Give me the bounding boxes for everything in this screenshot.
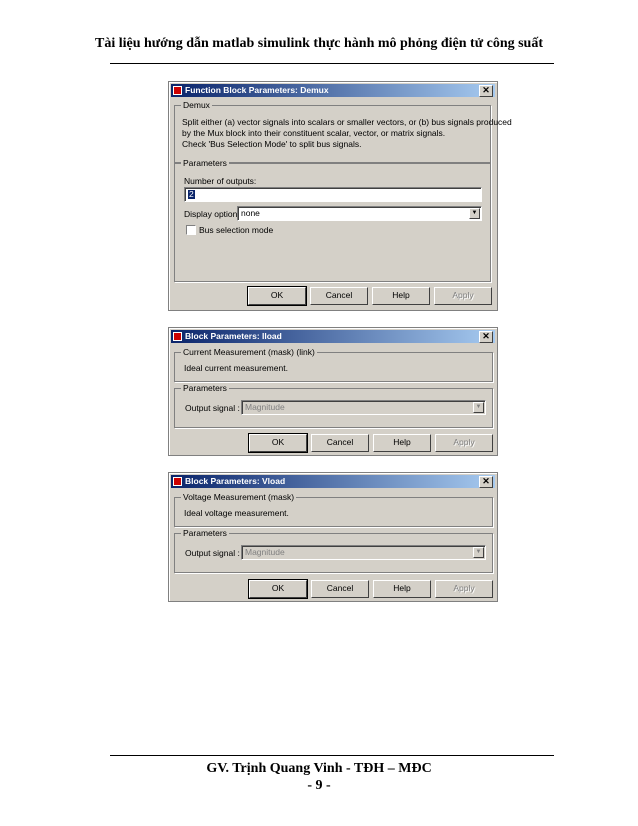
output-signal-select[interactable]: Magnitude ▼: [241, 545, 486, 560]
page-footer: GV. Trịnh Quang Vinh - TĐH – MĐC - 9 -: [0, 760, 638, 794]
bus-selection-label: Bus selection mode: [199, 225, 274, 235]
demux-desc-line: Check 'Bus Selection Mode' to split bus …: [182, 139, 362, 149]
iload-desc: Ideal current measurement.: [184, 363, 288, 373]
outputs-input[interactable]: 2: [184, 187, 482, 202]
parameters-group-label: Parameters: [181, 383, 229, 393]
demux-group-label: Demux: [181, 100, 212, 110]
outputs-value: 2: [188, 189, 195, 199]
apply-button[interactable]: Apply: [434, 287, 492, 305]
close-icon[interactable]: ✕: [479, 85, 493, 97]
output-signal-value: Magnitude: [245, 402, 285, 412]
vload-title: Block Parameters: Vload: [185, 476, 286, 486]
vload-group-label: Voltage Measurement (mask): [181, 492, 297, 502]
vload-description-group: Voltage Measurement (mask) Ideal voltage…: [174, 492, 493, 527]
parameters-group-label: Parameters: [181, 158, 229, 168]
chevron-down-icon[interactable]: ▼: [473, 402, 484, 413]
simulink-block-icon: [173, 332, 182, 341]
footer-author: GV. Trịnh Quang Vinh - TĐH – MĐC: [206, 761, 432, 776]
demux-desc-line: by the Mux block into their constituent …: [182, 128, 446, 138]
iload-group-label: Current Measurement (mask) (link): [181, 347, 317, 357]
display-option-value: none: [241, 208, 260, 218]
vload-dialog: Block Parameters: Vload ✕ Voltage Measur…: [168, 472, 498, 602]
footer-rule: [110, 755, 554, 756]
display-option-label: Display option:: [184, 209, 240, 219]
vload-titlebar[interactable]: Block Parameters: Vload ✕: [171, 475, 495, 488]
help-button[interactable]: Help: [372, 287, 430, 305]
close-icon[interactable]: ✕: [479, 331, 493, 343]
vload-desc: Ideal voltage measurement.: [184, 508, 289, 518]
demux-titlebar[interactable]: Function Block Parameters: Demux ✕: [171, 84, 495, 97]
iload-parameters-group: Parameters Output signal : Magnitude ▼: [174, 383, 493, 428]
iload-dialog: Block Parameters: Iload ✕ Current Measur…: [168, 327, 498, 456]
help-button[interactable]: Help: [373, 580, 431, 598]
page-header: Tài liệu hướng dẫn matlab simulink thực …: [94, 36, 544, 51]
output-signal-value: Magnitude: [245, 547, 285, 557]
cancel-button[interactable]: Cancel: [311, 434, 369, 452]
iload-titlebar[interactable]: Block Parameters: Iload ✕: [171, 330, 495, 343]
demux-parameters-group: Parameters Number of outputs: 2 Display …: [174, 158, 491, 282]
ok-button[interactable]: OK: [247, 286, 307, 306]
cancel-button[interactable]: Cancel: [311, 580, 369, 598]
iload-description-group: Current Measurement (mask) (link) Ideal …: [174, 347, 493, 382]
output-signal-select[interactable]: Magnitude ▼: [241, 400, 486, 415]
parameters-group-label: Parameters: [181, 528, 229, 538]
outputs-label: Number of outputs:: [184, 176, 257, 186]
header-rule: [110, 63, 554, 64]
demux-dialog: Function Block Parameters: Demux ✕ Demux…: [168, 81, 512, 311]
close-icon[interactable]: ✕: [479, 476, 493, 488]
simulink-block-icon: [173, 86, 182, 95]
apply-button[interactable]: Apply: [435, 580, 493, 598]
vload-parameters-group: Parameters Output signal : Magnitude ▼: [174, 528, 493, 573]
demux-desc-line: Split either (a) vector signals into sca…: [182, 117, 512, 127]
help-button[interactable]: Help: [373, 434, 431, 452]
ok-button[interactable]: OK: [248, 579, 308, 599]
chevron-down-icon[interactable]: ▼: [473, 547, 484, 558]
simulink-block-icon: [173, 477, 182, 486]
demux-title: Function Block Parameters: Demux: [185, 85, 329, 95]
output-signal-label: Output signal :: [185, 548, 240, 558]
page-number: - 9 -: [307, 778, 331, 793]
display-option-select[interactable]: none ▼: [237, 206, 482, 221]
cancel-button[interactable]: Cancel: [310, 287, 368, 305]
chevron-down-icon[interactable]: ▼: [469, 208, 480, 219]
ok-button[interactable]: OK: [248, 433, 308, 453]
demux-description-group: Demux Split either (a) vector signals in…: [174, 100, 512, 163]
bus-selection-checkbox[interactable]: [186, 225, 196, 235]
output-signal-label: Output signal :: [185, 403, 240, 413]
apply-button[interactable]: Apply: [435, 434, 493, 452]
iload-title: Block Parameters: Iload: [185, 331, 282, 341]
